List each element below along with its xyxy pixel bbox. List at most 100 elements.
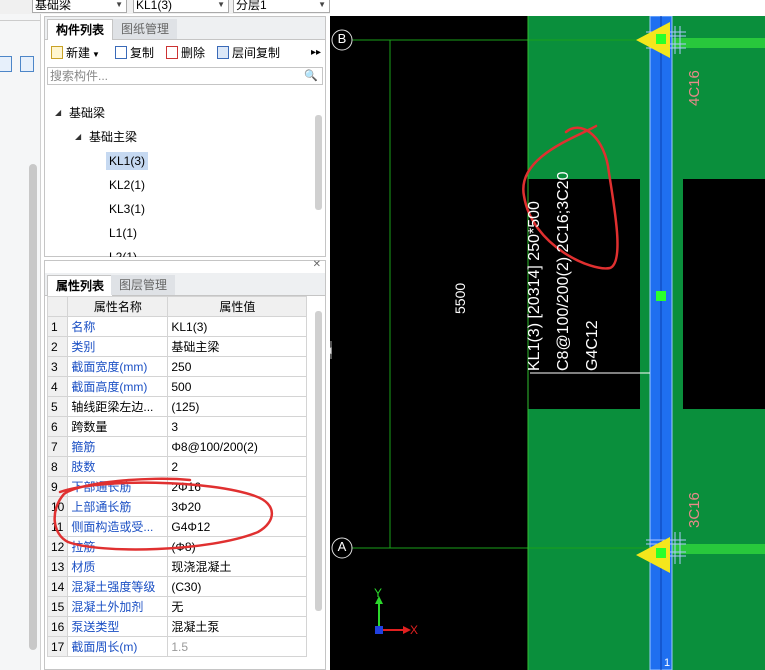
close-icon[interactable]: ✕ [313, 259, 321, 270]
table-row[interactable]: 5 轴线距梁左边... (125) [46, 396, 308, 417]
tree-item[interactable]: L2(1) [109, 248, 137, 257]
grip-top[interactable] [656, 34, 666, 44]
property-value-cell[interactable]: (125) [167, 396, 308, 417]
property-name-cell: 截面高度(mm) [67, 376, 169, 397]
property-name-cell: 混凝土强度等级 [67, 576, 169, 597]
delete-icon [166, 46, 178, 59]
row-number: 7 [46, 436, 69, 457]
chevron-down-icon: ▼ [115, 0, 123, 9]
table-row[interactable]: 3 截面宽度(mm) 250 [46, 356, 308, 377]
sublayer-combo[interactable]: 分层1 ▼ [233, 0, 330, 13]
tree-item[interactable]: KL3(1) [109, 200, 145, 218]
expand-icon: ◢ [55, 108, 62, 117]
property-value-cell[interactable]: 无 [167, 596, 308, 617]
tree-group-label: 基础主梁 [89, 130, 138, 144]
copy-label: 复制 [130, 46, 155, 60]
opening-right [683, 179, 765, 409]
table-row[interactable]: 6 跨数量 3 [46, 416, 308, 437]
property-value-cell[interactable]: KL1(3) [167, 316, 308, 337]
tree-group[interactable]: ◢ 基础主梁 [75, 128, 137, 146]
property-name-cell: 泵送类型 [67, 616, 169, 637]
top-toolbar: 基础梁 ▼ KL1(3) ▼ 分层1 ▼ [0, 0, 330, 14]
row-number-header [46, 296, 69, 317]
left-navigation-strip [0, 14, 41, 670]
table-row[interactable]: 16 泵送类型 混凝土泵 [46, 616, 308, 637]
tree-item[interactable]: KL1(3) [106, 152, 149, 170]
delete-button[interactable]: 删除 [166, 44, 205, 62]
property-list-panel: ✕ 属性列表 图层管理 属性名称 属性值 1 名称 KL1(3) 2 类别 基础主梁 3 截面… [44, 259, 326, 670]
component-search-input[interactable]: 搜索构件... 🔍 [47, 67, 323, 85]
grip-middle[interactable] [656, 291, 666, 301]
drawing-canvas[interactable]: B A 5500 KL1(3) [20314] 250*500 C8@100/2… [330, 16, 765, 670]
layer-type-value: 基础梁 [35, 0, 72, 12]
table-row[interactable]: 15 混凝土外加剂无 [46, 596, 308, 617]
floor-copy-icon [217, 46, 229, 59]
ucs-x-label: X [410, 623, 419, 637]
property-value-cell[interactable]: 250 [167, 356, 308, 377]
row-number: 4 [46, 376, 69, 397]
property-value-cell[interactable]: Φ8@100/200(2) [167, 436, 308, 457]
list-view-icon[interactable] [0, 56, 12, 72]
sublayer-value: 分层1 [236, 0, 267, 12]
row-number: 14 [46, 576, 69, 597]
tree-root[interactable]: ◢ 基础梁 [55, 104, 105, 122]
table-row[interactable]: 7 箍筋 Φ8@100/200(2) [46, 436, 308, 457]
table-row[interactable]: 17 截面周长(m) 1.5 [46, 636, 308, 657]
new-label: 新建 [66, 46, 91, 60]
table-row[interactable]: 14 混凝土强度等级 (C30) [46, 576, 308, 597]
property-value-cell[interactable]: 混凝土泵 [167, 616, 308, 637]
component-list-panel: 构件列表 图纸管理 新建 ▼ 复制 删除 层间复制 ▸▸ 搜索构件... 🔍 ◢ … [44, 16, 326, 257]
copy-button[interactable]: 复制 [115, 44, 154, 62]
chevron-down-icon: ▼ [217, 0, 225, 9]
row-number: 16 [46, 616, 69, 637]
tree-item[interactable]: L1(1) [109, 224, 137, 242]
collapse-panel-icon[interactable]: ◀ [330, 341, 332, 359]
chevron-down-icon: ▼ [318, 0, 326, 9]
left-scrollbar[interactable] [29, 164, 37, 650]
beam-top-right [670, 38, 765, 48]
table-row[interactable]: 1 名称 KL1(3) [46, 316, 308, 337]
property-value-cell[interactable]: 1.5 [167, 636, 308, 657]
tree-item[interactable]: KL2(1) [109, 176, 145, 194]
ucs-origin-icon [375, 626, 383, 634]
property-name-cell: 名称 [67, 316, 169, 337]
rebar-label-top: 4C16 [686, 70, 703, 106]
property-value-cell[interactable]: (C30) [167, 576, 308, 597]
property-name-cell: 截面宽度(mm) [67, 356, 169, 377]
row-number: 1 [46, 316, 69, 337]
property-scrollbar[interactable] [315, 311, 322, 611]
property-name-cell: 轴线距梁左边... [67, 396, 169, 417]
new-button[interactable]: 新建 ▼ [51, 44, 100, 62]
property-value-cell[interactable]: 3 [167, 416, 308, 437]
row-number: 3 [46, 356, 69, 377]
floor-copy-button[interactable]: 层间复制 [217, 44, 280, 62]
property-value-cell[interactable]: 基础主梁 [167, 336, 308, 357]
property-name-cell: 跨数量 [67, 416, 169, 437]
row-number: 17 [46, 636, 69, 657]
layer-type-combo[interactable]: 基础梁 ▼ [32, 0, 127, 13]
component-panel-tabs: 构件列表 图纸管理 [45, 17, 325, 40]
dimension-text: 5500 [452, 282, 468, 314]
table-row[interactable]: 4 截面高度(mm) 500 [46, 376, 308, 397]
rebar-label-bottom: 3C16 [686, 492, 703, 528]
component-combo[interactable]: KL1(3) ▼ [133, 0, 229, 13]
beam-label-line3: G4C12 [584, 320, 601, 371]
ucs-y-label: Y [374, 586, 383, 600]
axis-label-b: B [337, 31, 347, 46]
table-row[interactable]: 2 类别 基础主梁 [46, 336, 308, 357]
grid-view-icon[interactable] [20, 56, 34, 72]
beam-label-line1: KL1(3) [20314] 250*500 [526, 201, 543, 371]
property-value-cell[interactable]: 500 [167, 376, 308, 397]
divider [0, 20, 40, 21]
tab-drawing-management[interactable]: 图纸管理 [113, 19, 178, 39]
tab-property-list[interactable]: 属性列表 [47, 275, 114, 296]
property-name-cell: 截面周长(m) [67, 636, 169, 657]
tab-component-list[interactable]: 构件列表 [47, 19, 114, 40]
property-name-cell: 类别 [67, 336, 169, 357]
tab-layer-management[interactable]: 图层管理 [111, 275, 176, 295]
component-list-scrollbar[interactable] [315, 115, 322, 210]
grip-bottom[interactable] [656, 548, 666, 558]
opening-left [528, 179, 640, 409]
bottom-mark: 1 [664, 657, 671, 669]
more-icon[interactable]: ▸▸ [311, 44, 321, 62]
